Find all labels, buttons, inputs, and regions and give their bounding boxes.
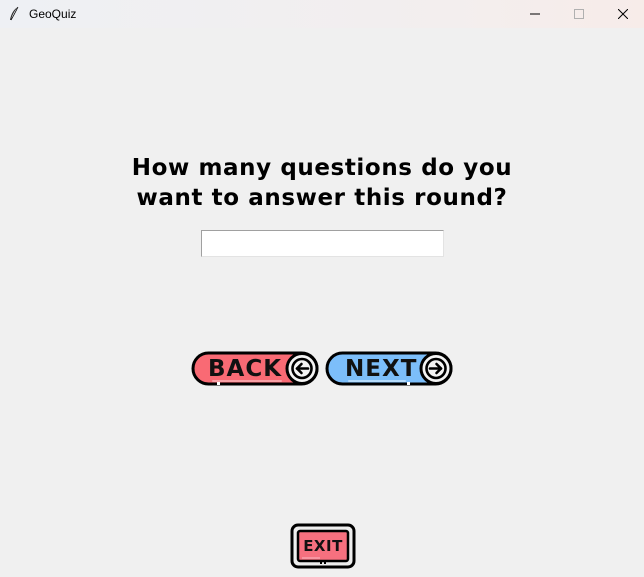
back-button[interactable]: BACK xyxy=(191,351,321,386)
title-bar[interactable]: GeoQuiz xyxy=(0,0,644,28)
exit-button[interactable]: EXIT xyxy=(290,523,356,569)
close-icon xyxy=(618,9,628,19)
maximize-button[interactable] xyxy=(556,0,602,28)
question-count-input[interactable] xyxy=(201,230,444,257)
maximize-icon xyxy=(574,9,584,19)
minimize-button[interactable] xyxy=(512,0,558,28)
question-line-2: want to answer this round? xyxy=(136,185,508,211)
exit-label: EXIT xyxy=(303,537,343,555)
feather-icon xyxy=(8,6,20,22)
question-text: How many questions do you want to answer… xyxy=(0,153,644,213)
next-label: NEXT xyxy=(345,356,418,382)
close-button[interactable] xyxy=(600,0,644,28)
question-line-1: How many questions do you xyxy=(131,155,513,181)
back-label: BACK xyxy=(208,356,283,382)
window-title: GeoQuiz xyxy=(29,7,77,21)
next-button[interactable]: NEXT xyxy=(325,351,455,386)
app-window: GeoQuiz How many questions do you want t… xyxy=(0,0,644,577)
minimize-icon xyxy=(530,13,540,15)
